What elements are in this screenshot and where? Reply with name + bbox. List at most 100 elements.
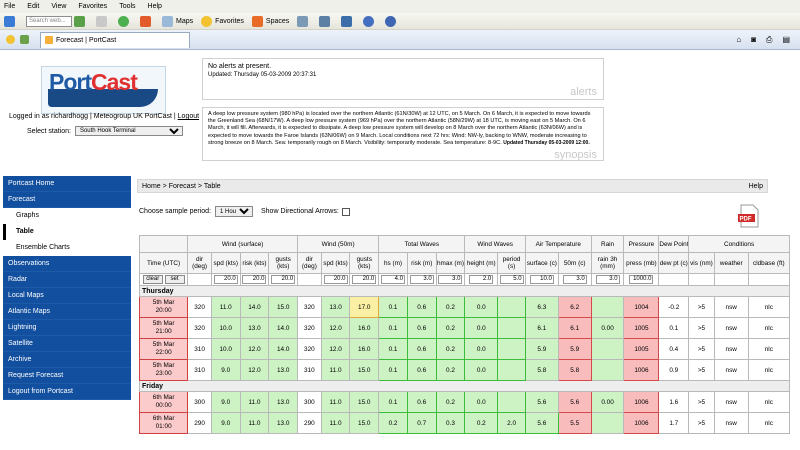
search-icon[interactable]: [74, 15, 85, 27]
menu-favorites[interactable]: Favorites: [78, 3, 107, 10]
edit-icon[interactable]: [341, 15, 353, 27]
org-link[interactable]: Meteogroup UK PortCast: [94, 113, 172, 120]
nav-atlantic-maps[interactable]: Atlantic Maps: [3, 304, 131, 320]
crumb-forecast[interactable]: Forecast: [169, 183, 196, 190]
column-header: gusts (kts): [349, 252, 380, 274]
blog-icon[interactable]: [319, 15, 331, 27]
messenger-icon[interactable]: [140, 15, 151, 27]
nav-request-forecast[interactable]: Request Forecast: [3, 368, 131, 384]
nav-radar[interactable]: Radar: [3, 272, 131, 288]
photo-icon[interactable]: [297, 15, 309, 27]
threshold-input[interactable]: 10.0: [529, 275, 554, 284]
sidebar-nav: Portcast Home Forecast Graphs Table Ense…: [3, 176, 131, 400]
period-select[interactable]: 1 Hourly: [215, 206, 253, 217]
threshold-input[interactable]: 4.0: [381, 275, 405, 284]
mail-icon[interactable]: [96, 15, 107, 27]
nav-table[interactable]: Table: [3, 224, 131, 240]
table-cell: 10.0: [210, 317, 241, 339]
threshold-input[interactable]: 20.0: [213, 275, 238, 284]
menu-tools[interactable]: Tools: [119, 3, 135, 10]
tab-forecast-portcast[interactable]: Forecast | PortCast: [40, 31, 190, 48]
nav-local-maps[interactable]: Local Maps: [3, 288, 131, 304]
nav-portcast-home[interactable]: Portcast Home: [3, 176, 131, 192]
search-input[interactable]: Search web...: [26, 15, 72, 27]
table-cell: nsw: [713, 296, 749, 318]
globe-icon[interactable]: [363, 15, 375, 27]
table-cell: 1006: [623, 412, 660, 434]
nav-graphs[interactable]: Graphs: [3, 208, 131, 224]
nav-observations[interactable]: Observations: [3, 256, 131, 272]
table-row: 6th Mar 00:00 300 9.0 11.0 13.0 300 11.0 15.0 0.1…: [139, 391, 790, 413]
logout-link[interactable]: Logout: [178, 113, 199, 120]
group-header: Pressure: [623, 235, 660, 253]
clear-button[interactable]: clear: [142, 275, 163, 284]
maps-label[interactable]: Maps: [176, 18, 193, 25]
arrows-checkbox[interactable]: [341, 207, 350, 216]
threshold-input[interactable]: 20.0: [271, 275, 296, 284]
time-cell: 5th Mar 22:00: [139, 338, 189, 360]
toolbar-logo-icon[interactable]: [4, 15, 15, 27]
threshold-input[interactable]: 20.0: [352, 275, 377, 284]
table-cell: 0.2: [435, 359, 466, 381]
nav-ensemble-charts[interactable]: Ensemble Charts: [3, 240, 131, 256]
add-favorite-icon[interactable]: [20, 35, 29, 44]
table-controls: Choose sample period: 1 Hourly Show Dire…: [139, 206, 350, 217]
time-cell: 5th Mar 23:00: [139, 359, 189, 381]
favorites-center-icon[interactable]: [6, 35, 15, 44]
spaces-label[interactable]: Spaces: [266, 18, 289, 25]
table-cell: 16.0: [349, 338, 380, 360]
threshold-input[interactable]: 3.0: [409, 275, 434, 284]
table-cell: 0.7: [406, 412, 437, 434]
spaces-icon[interactable]: [251, 15, 263, 27]
group-header: Rain: [590, 235, 625, 253]
menu-edit[interactable]: Edit: [27, 3, 39, 10]
maps-icon[interactable]: [162, 15, 173, 27]
threshold-cell: 20.0: [268, 273, 299, 286]
menu-help[interactable]: Help: [148, 3, 162, 10]
threshold-input[interactable]: 1000.0: [629, 275, 654, 284]
table-cell: 11.0: [239, 391, 270, 413]
table-cell: 10.0: [210, 338, 241, 360]
column-header: vis (nm): [688, 252, 715, 274]
sub-header-row: Time (UTC) dir (deg) spd (kts) risk (kts) gu…: [139, 252, 790, 274]
set-button[interactable]: set: [164, 275, 185, 284]
table-cell: 0.2: [435, 317, 466, 339]
print-icon[interactable]: ⎙: [766, 35, 772, 45]
pdf-export-icon[interactable]: PDF: [736, 203, 762, 229]
threshold-input[interactable]: 5.0: [499, 275, 524, 284]
help-link[interactable]: Help: [749, 183, 763, 190]
column-header: period (s): [497, 252, 526, 274]
threshold-cell: 3.0: [557, 273, 592, 286]
crumb-home[interactable]: Home: [142, 183, 161, 190]
threshold-input[interactable]: 20.0: [242, 275, 267, 284]
favorites-label[interactable]: Favorites: [215, 18, 244, 25]
home-icon[interactable]: ⌂: [736, 35, 741, 44]
nav-archive[interactable]: Archive: [3, 352, 131, 368]
nav-forecast[interactable]: Forecast: [3, 192, 131, 208]
favorites-star-icon[interactable]: [201, 15, 213, 27]
station-select[interactable]: South Hook Terminal: [74, 126, 183, 136]
table-cell: 0.0: [464, 317, 499, 339]
threshold-input[interactable]: 3.0: [438, 275, 463, 284]
threshold-input[interactable]: 3.0: [562, 275, 587, 284]
forecast-table: Wind (surface) Wind (50m) Total Waves Wind …: [139, 235, 790, 434]
feeds-icon[interactable]: ◙: [751, 35, 756, 44]
menu-file[interactable]: File: [4, 3, 15, 10]
time-date: 5th Mar: [152, 320, 175, 327]
nav-logout[interactable]: Logout from Portcast: [3, 384, 131, 400]
nav-satellite[interactable]: Satellite: [3, 336, 131, 352]
table-cell: 15.0: [349, 359, 380, 381]
plus-icon[interactable]: [118, 15, 129, 27]
alerts-label: alerts: [570, 86, 597, 98]
page-menu-icon[interactable]: ▤: [782, 35, 790, 44]
table-cell: 0.6: [406, 391, 437, 413]
threshold-input[interactable]: 20.0: [323, 275, 348, 284]
threshold-input[interactable]: 2.0: [469, 275, 494, 284]
nav-lightning[interactable]: Lightning: [3, 320, 131, 336]
table-cell: 5.9: [524, 338, 559, 360]
menu-view[interactable]: View: [51, 3, 66, 10]
threshold-input[interactable]: 3.0: [595, 275, 620, 284]
logo-wordmark: PortCast: [49, 69, 138, 95]
column-header: weather: [713, 252, 749, 274]
help-icon[interactable]: [385, 15, 397, 27]
